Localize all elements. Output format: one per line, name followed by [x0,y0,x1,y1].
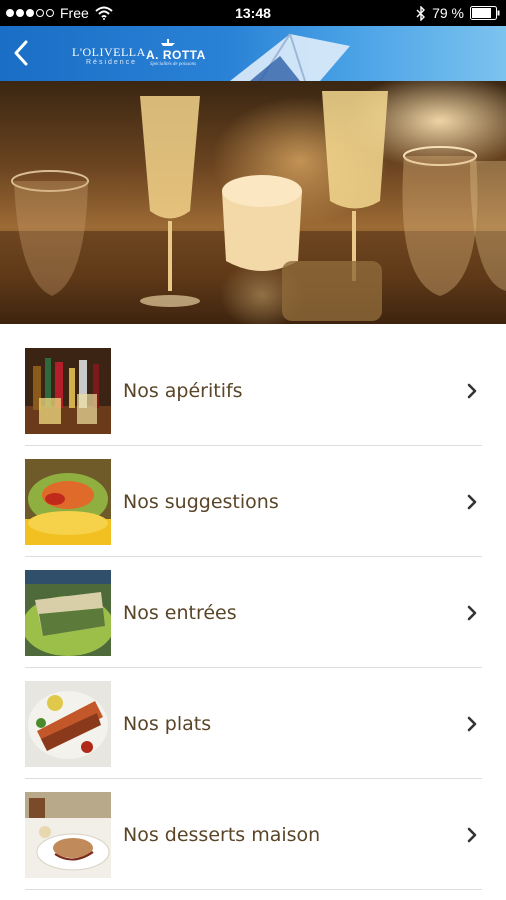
entrees-thumbnail [25,570,111,656]
menu-list: Nos apéritifs Nos suggestions Nos entrée… [0,324,506,900]
chevron-left-icon [14,40,28,66]
chevron-right-icon [467,494,477,510]
menu-item-label: Nos suggestions [123,491,279,513]
divider [25,889,482,890]
chevron-right-icon [467,716,477,732]
menu-item-desserts[interactable]: Nos desserts maison [0,768,506,890]
hero-photo-drawing [0,91,506,324]
menu-item-plats[interactable]: Nos plats [0,657,506,779]
menu-item-label: Nos apéritifs [123,380,243,402]
menu-item-label: Nos entrées [123,602,237,624]
plats-thumbnail [25,681,111,767]
chevron-right-icon [467,383,477,399]
battery-label: 79 % [432,5,464,21]
menu-item-aperitifs[interactable]: Nos apéritifs [0,324,506,446]
logo-olivella-subtitle: Résidence [86,59,138,66]
logo-rotta-subtitle: Spécialités de poissons [150,62,197,67]
hero-photo [0,81,506,324]
chevron-right-icon [467,827,477,843]
nav-bar: L'OLIVELLA Résidence A. ROTTA Spécialité… [0,26,506,81]
menu-item-suggestions[interactable]: Nos suggestions [0,435,506,557]
bluetooth-icon [416,5,426,21]
chevron-right-icon [467,605,477,621]
status-right: 79 % [416,5,500,21]
parasol-image [230,33,350,81]
logo-rotta-title: A. ROTTA [146,48,206,62]
boat-logo-icon [161,39,175,46]
status-bar: Free 13:48 79 % [0,0,506,26]
suggestions-thumbnail [25,459,111,545]
back-button[interactable] [6,36,36,70]
aperitifs-thumbnail [25,348,111,434]
menu-item-label: Nos desserts maison [123,824,321,846]
desserts-thumbnail [25,792,111,878]
menu-item-entrees[interactable]: Nos entrées [0,546,506,668]
logo-olivella-title: L'OLIVELLA [72,45,146,59]
battery-icon [470,6,500,20]
menu-item-label: Nos plats [123,713,212,735]
